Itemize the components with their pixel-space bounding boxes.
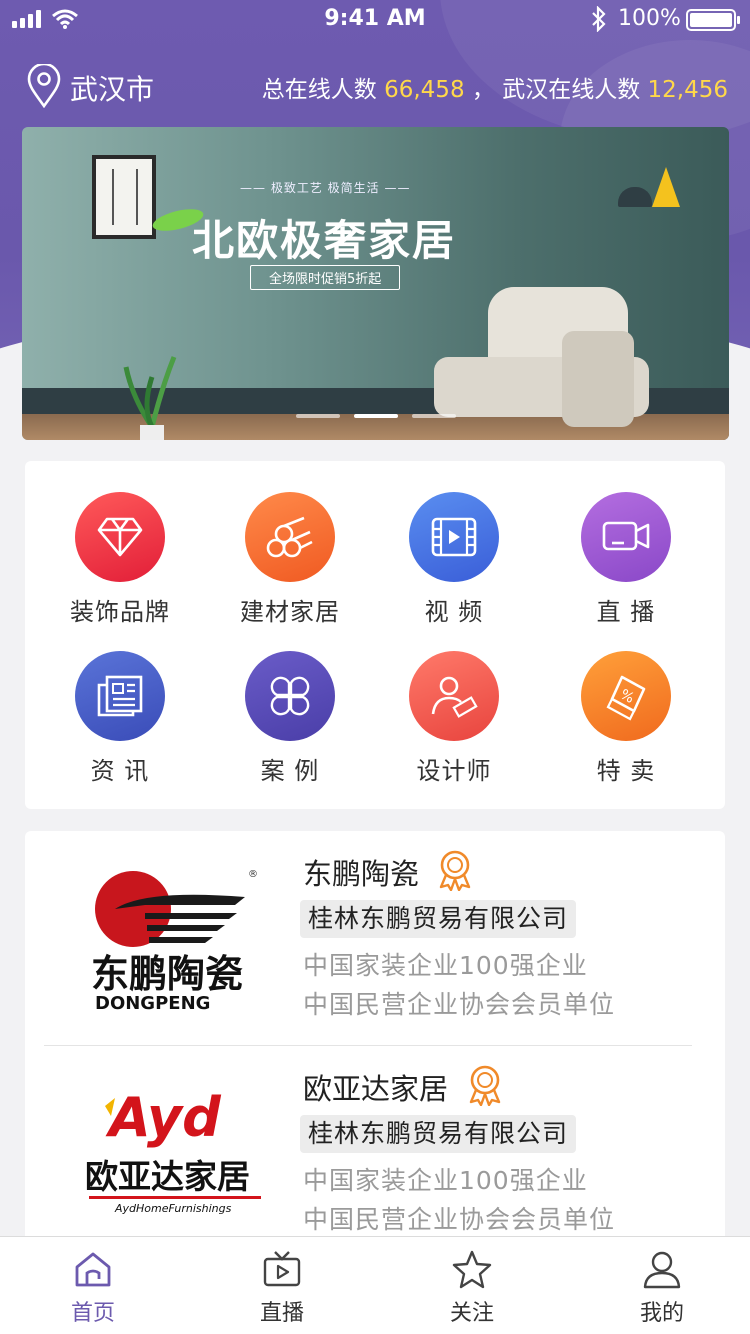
banner-pagination[interactable] [296, 414, 456, 418]
clover-icon [245, 651, 335, 741]
banner-subtitle: —— 极致工艺 极简生活 —— [240, 181, 411, 195]
ayd-logo: Ayd 欧亚达家居 AydHomeFurnishings [85, 1086, 261, 1215]
tab-label: 关注 [449, 1301, 494, 1326]
brand-company: 桂林东鹏贸易有限公司 [300, 1115, 577, 1153]
tab-label: 我的 [639, 1301, 684, 1326]
brand-tag: 中国家装企业100强企业 [303, 1166, 588, 1195]
category-label: 视 频 [424, 598, 484, 626]
diamond-icon [75, 492, 165, 582]
brand-tag: 中国民营企业协会会员单位 [303, 1205, 616, 1234]
online-total-label: 总在线人数 [261, 77, 377, 103]
online-separator: ， [471, 77, 495, 103]
dongpeng-logo: ® 东鹏陶瓷 DONGPENG [91, 869, 258, 1014]
svg-text:Ayd: Ayd [105, 1086, 222, 1149]
tab-label: 直播 [259, 1301, 304, 1326]
category-label: 资 讯 [90, 757, 150, 785]
brand-list: ® 东鹏陶瓷 DONGPENG 东鹏陶瓷 桂林东鹏贸易有限公司 中国家装企业10… [25, 831, 725, 1251]
svg-text:欧亚达家居: 欧亚达家居 [85, 1157, 250, 1196]
category-video[interactable]: 视 频 [389, 492, 519, 627]
category-grid: 装饰品牌 建材家居 视 频 直 播 资 讯 案 例 设计师 % 特 卖 [25, 461, 725, 809]
svg-text:DONGPENG: DONGPENG [95, 993, 210, 1014]
svg-text:AydHomeFurnishings: AydHomeFurnishings [114, 1202, 232, 1215]
online-city-value: 12,456 [647, 77, 728, 103]
online-total-value: 66,458 [384, 77, 465, 103]
category-label: 特 卖 [596, 757, 656, 785]
battery-percent: 100% [618, 6, 681, 31]
news-icon [75, 651, 165, 741]
banner-dot[interactable] [412, 414, 456, 418]
svg-text:东鹏陶瓷: 东鹏陶瓷 [91, 952, 243, 996]
star-icon [452, 1250, 492, 1289]
online-city-label: 武汉在线人数 [502, 77, 641, 103]
brand-company: 桂林东鹏贸易有限公司 [300, 900, 577, 938]
price-tag-icon: % [581, 651, 671, 741]
home-icon [75, 1252, 111, 1287]
category-decor-brand[interactable]: 装饰品牌 [55, 492, 185, 627]
tab-live[interactable]: 直播 [217, 1237, 347, 1334]
film-icon [409, 492, 499, 582]
location-pin-icon[interactable] [26, 64, 62, 108]
category-live[interactable]: 直 播 [561, 492, 691, 627]
bottom-tab-bar: 首页 直播 关注 我的 [0, 1236, 750, 1334]
designer-icon [409, 651, 499, 741]
category-cases[interactable]: 案 例 [225, 651, 355, 786]
category-label: 直 播 [596, 598, 656, 626]
banner-dot[interactable] [296, 414, 340, 418]
lamp-decor-yellow [652, 167, 680, 207]
category-sale[interactable]: % 特 卖 [561, 651, 691, 786]
lamp-decor [618, 187, 652, 207]
category-label: 建材家居 [240, 598, 340, 626]
brand-tag: 中国民营企业协会会员单位 [303, 990, 616, 1019]
tab-profile[interactable]: 我的 [597, 1237, 727, 1334]
plant-decor [123, 356, 177, 440]
category-label: 设计师 [416, 757, 492, 785]
category-designer[interactable]: 设计师 [389, 651, 519, 786]
medal-icon [439, 850, 471, 891]
online-stats: 总在线人数 66,458 ， 武汉在线人数 12,456 [262, 70, 728, 104]
tv-icon [263, 1251, 301, 1287]
banner-promo: 全场限时促销5折起 [250, 265, 401, 290]
tab-home[interactable]: 首页 [28, 1237, 158, 1334]
pipes-icon [245, 492, 335, 582]
medal-icon [469, 1065, 501, 1106]
brand-name[interactable]: 欧亚达家居 [303, 1066, 448, 1108]
user-icon [643, 1251, 681, 1289]
brand-tag: 中国家装企业100强企业 [303, 951, 588, 980]
category-building-materials[interactable]: 建材家居 [225, 492, 355, 627]
location-bar: 武汉市 总在线人数 66,458 ， 武汉在线人数 12,456 [0, 58, 750, 114]
banner-dot-active[interactable] [354, 414, 398, 418]
brand-item[interactable]: Ayd 欧亚达家居 AydHomeFurnishings 欧亚达家居 桂林东鹏贸… [25, 1046, 725, 1251]
category-news[interactable]: 资 讯 [55, 651, 185, 786]
category-label: 装饰品牌 [70, 598, 170, 626]
brand-item[interactable]: ® 东鹏陶瓷 DONGPENG 东鹏陶瓷 桂林东鹏贸易有限公司 中国家装企业10… [25, 831, 725, 1046]
bluetooth-icon [592, 6, 606, 32]
battery-icon [686, 9, 740, 31]
tab-label: 首页 [70, 1301, 115, 1326]
brand-name[interactable]: 东鹏陶瓷 [303, 851, 419, 893]
status-bar: 9:41 AM 100% [0, 0, 750, 40]
tab-follow[interactable]: 关注 [407, 1237, 537, 1334]
svg-text:®: ® [248, 869, 258, 880]
banner-title: 北欧极奢家居 [192, 216, 457, 265]
promo-banner[interactable]: —— 极致工艺 极简生活 —— 北欧极奢家居 全场限时促销5折起 [22, 127, 729, 440]
camera-icon [581, 492, 671, 582]
city-selector[interactable]: 武汉市 [70, 68, 154, 108]
category-label: 案 例 [260, 757, 320, 785]
